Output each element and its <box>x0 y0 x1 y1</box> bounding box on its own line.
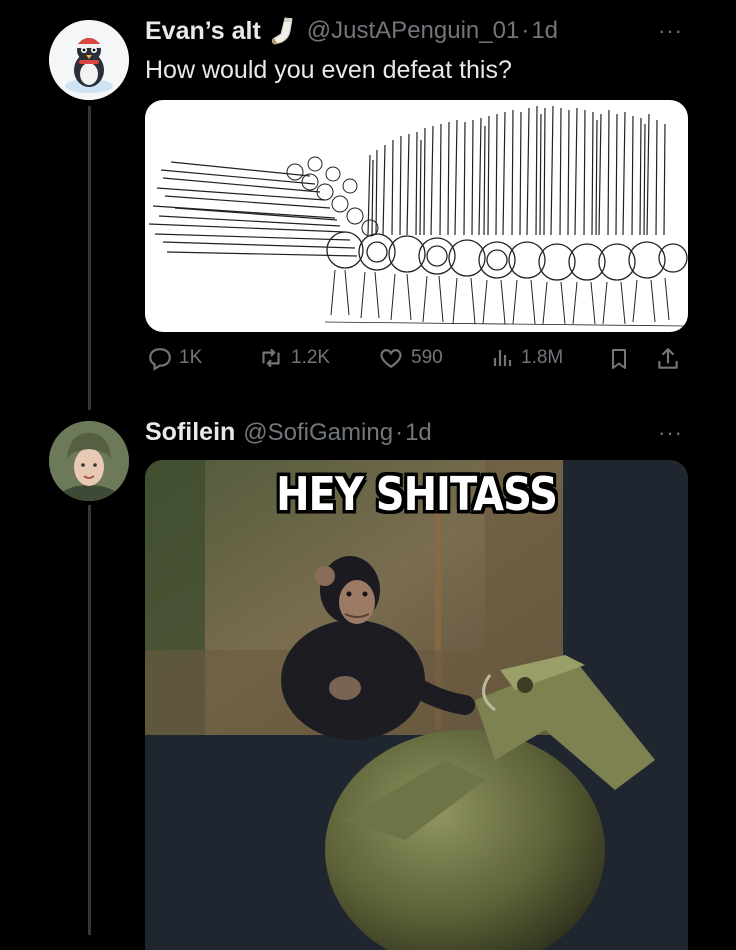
bookmark-button[interactable] <box>607 345 631 373</box>
repost-button[interactable]: 1.2K <box>257 345 330 371</box>
view-count: 1.8M <box>521 347 564 368</box>
more-options-icon[interactable]: ··· <box>658 420 683 446</box>
display-name[interactable]: Evan’s alt <box>145 17 261 46</box>
views-icon <box>493 350 512 366</box>
tweet-header: Evan’s alt @JustAPenguin_01 · 1d <box>145 16 558 46</box>
thread-line <box>88 505 91 935</box>
timestamp[interactable]: 1d <box>405 419 432 447</box>
timestamp[interactable]: 1d <box>531 17 558 45</box>
reply-icon <box>149 348 171 371</box>
bookmark-icon <box>612 349 626 369</box>
user-handle[interactable]: @SofiGaming <box>243 419 393 447</box>
views-button[interactable]: 1.8M <box>491 345 563 371</box>
more-options-icon[interactable]: ··· <box>658 18 683 44</box>
tweet-image[interactable] <box>145 100 688 332</box>
avatar[interactable] <box>49 421 129 501</box>
user-handle[interactable]: @JustAPenguin_01 <box>307 17 520 45</box>
reply-button[interactable]: 1K <box>147 345 202 371</box>
separator: · <box>395 418 404 446</box>
penguin-avatar-icon <box>49 20 129 100</box>
tweet-image[interactable]: HEY SHITASS <box>145 460 688 950</box>
avatar[interactable] <box>49 20 129 100</box>
chimp-grenade-meme <box>145 460 688 950</box>
share-icon <box>658 348 678 369</box>
like-button[interactable]: 590 <box>377 345 443 371</box>
like-count: 590 <box>411 347 443 368</box>
repost-icon <box>262 348 280 368</box>
profile-photo-avatar <box>49 421 129 501</box>
heart-icon <box>380 349 402 368</box>
reply-count: 1K <box>179 347 203 368</box>
tweet-text: How would you even defeat this? <box>145 56 512 84</box>
display-name[interactable]: Sofilein <box>145 418 235 447</box>
tweet-header: Sofilein @SofiGaming · 1d <box>145 418 432 447</box>
action-bar: 1K 1.2K 590 1.8M <box>145 345 690 381</box>
share-button[interactable] <box>655 345 681 373</box>
repost-count: 1.2K <box>291 347 331 368</box>
separator: · <box>521 17 530 44</box>
sock-icon <box>271 17 293 45</box>
meme-caption: HEY SHITASS <box>276 468 558 522</box>
phalanx-illustration <box>148 105 688 327</box>
thread-line <box>88 106 91 410</box>
